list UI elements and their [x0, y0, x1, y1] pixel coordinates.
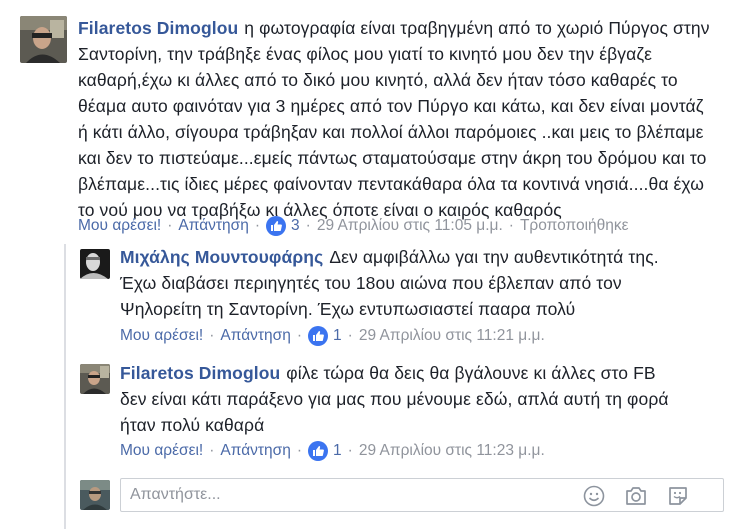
comment-body: Μιχάλης Μουντουφάρης Δεν αμφιβάλλω γαι τη… — [120, 244, 680, 322]
timestamp[interactable]: 29 Απριλίου στις 11:23 μ.μ. — [359, 442, 545, 460]
like-button[interactable]: Μου αρέσει! — [120, 327, 203, 345]
sticker-icon[interactable] — [665, 483, 691, 509]
separator: · — [296, 327, 303, 344]
comment-body: Filaretos Dimoglou η φωτογραφία είναι τρα… — [78, 15, 718, 223]
comment-thread: Filaretos Dimoglou η φωτογραφία είναι τρα… — [0, 0, 746, 529]
like-count[interactable]: 3 — [291, 217, 300, 235]
author-link[interactable]: Filaretos Dimoglou — [78, 18, 238, 38]
emoji-icon[interactable] — [581, 483, 607, 509]
separator: · — [347, 442, 353, 459]
like-button[interactable]: Μου αρέσει! — [120, 442, 203, 460]
reply-button[interactable]: Απάντηση — [220, 442, 290, 460]
separator: · — [347, 327, 353, 344]
like-thumb-icon[interactable] — [308, 326, 329, 346]
composer-avatar — [80, 480, 110, 510]
comment-actions: Μου αρέσει! · Απάντηση · 3 · 29 Απριλίου… — [78, 216, 629, 236]
author-link[interactable]: Filaretos Dimoglou — [120, 363, 280, 383]
separator: · — [508, 217, 514, 234]
like-count[interactable]: 1 — [333, 327, 342, 345]
separator: · — [209, 442, 215, 459]
author-link[interactable]: Μιχάλης Μουντουφάρης — [120, 247, 323, 267]
comment-text: η φωτογραφία είναι τραβηγμένη από το χωρ… — [78, 18, 710, 220]
timestamp[interactable]: 29 Απριλίου στις 11:05 μ.μ. — [317, 217, 503, 235]
avatar[interactable] — [80, 364, 110, 394]
separator: · — [254, 217, 261, 234]
separator: · — [209, 327, 215, 344]
like-thumb-icon[interactable] — [266, 216, 287, 236]
reply-placeholder: Απαντήστε... — [130, 486, 221, 503]
avatar[interactable] — [80, 249, 110, 279]
timestamp[interactable]: 29 Απριλίου στις 11:21 μ.μ. — [359, 327, 545, 345]
camera-icon[interactable] — [623, 483, 649, 509]
reply-button[interactable]: Απάντηση — [220, 327, 290, 345]
comment-body: Filaretos Dimoglou φίλε τώρα θα δεις θα β… — [120, 360, 680, 438]
reply-input[interactable]: Απαντήστε... — [120, 478, 724, 512]
avatar[interactable] — [20, 16, 67, 63]
separator: · — [167, 217, 173, 234]
comment-actions: Μου αρέσει! · Απάντηση · 1 · 29 Απριλίου… — [120, 441, 545, 461]
reply-button[interactable]: Απάντηση — [178, 217, 248, 235]
separator: · — [305, 217, 311, 234]
comment-actions: Μου αρέσει! · Απάντηση · 1 · 29 Απριλίου… — [120, 326, 545, 346]
like-count[interactable]: 1 — [333, 442, 342, 460]
edited-label[interactable]: Τροποποιήθηκε — [520, 217, 629, 235]
separator: · — [296, 442, 303, 459]
thread-line — [64, 244, 66, 529]
like-thumb-icon[interactable] — [308, 441, 329, 461]
like-button[interactable]: Μου αρέσει! — [78, 217, 161, 235]
